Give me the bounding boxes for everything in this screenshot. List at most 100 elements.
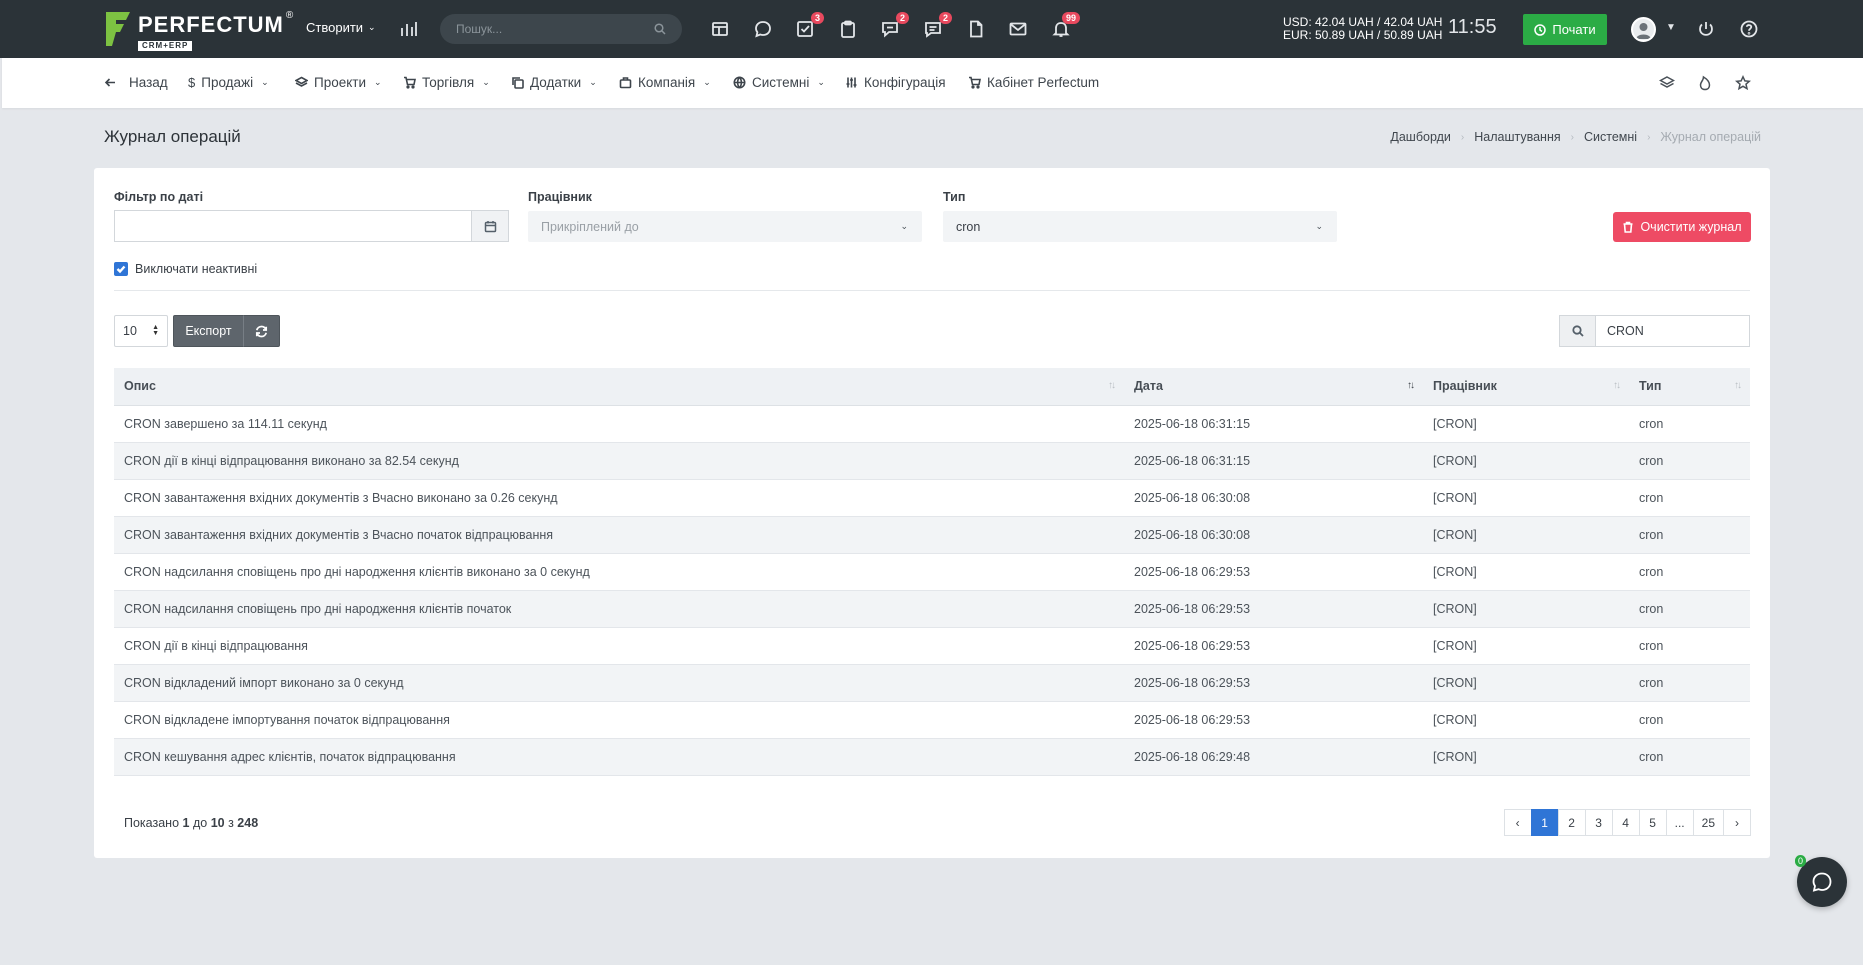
calendar-button[interactable] bbox=[471, 210, 509, 242]
chevron-right-icon: › bbox=[1735, 815, 1739, 830]
col-header-date[interactable]: Дата ↑↓ bbox=[1124, 368, 1423, 406]
logo[interactable]: PERFECTUM CRM+ERP ® bbox=[104, 10, 293, 51]
chevron-down-icon[interactable]: ▼ bbox=[1666, 22, 1676, 33]
page-title: Журнал операцій bbox=[104, 127, 241, 146]
chevron-left-icon: ‹ bbox=[1515, 815, 1520, 830]
cell-employee: [CRON] bbox=[1423, 442, 1629, 480]
prev-page-button[interactable]: ‹ bbox=[1503, 809, 1532, 836]
nav-config[interactable]: Конфігурація bbox=[845, 75, 946, 90]
layout-icon[interactable] bbox=[707, 16, 733, 42]
page-button-last[interactable]: 25 bbox=[1692, 809, 1724, 836]
col-header-desc[interactable]: Опис ↑↓ bbox=[114, 368, 1124, 406]
nav-projects[interactable]: Проекти ⌄ bbox=[295, 75, 382, 90]
cart-icon bbox=[404, 76, 416, 89]
nav-addons[interactable]: Додатки ⌄ bbox=[511, 75, 597, 90]
export-button[interactable]: Експорт bbox=[173, 315, 244, 347]
reload-button[interactable] bbox=[243, 315, 280, 347]
create-menu-button[interactable]: Створити ⌄ bbox=[306, 20, 376, 35]
page-button-3[interactable]: 3 bbox=[1584, 809, 1613, 836]
messages-icon[interactable]: 2 bbox=[920, 12, 952, 42]
copy-icon bbox=[512, 77, 524, 89]
help-icon[interactable] bbox=[1736, 16, 1762, 42]
nav-sales-label: Продажі bbox=[201, 75, 254, 90]
col-header-date-label: Дата bbox=[1134, 379, 1163, 394]
discussions-icon[interactable]: 2 bbox=[877, 12, 909, 42]
col-header-desc-label: Опис bbox=[124, 379, 156, 394]
table-search-input[interactable]: CRON bbox=[1595, 315, 1750, 347]
cell-desc: CRON завершено за 114.11 секунд bbox=[114, 405, 1124, 443]
cell-employee: [CRON] bbox=[1423, 664, 1629, 702]
table-search-button[interactable] bbox=[1559, 315, 1596, 347]
next-page-button[interactable]: › bbox=[1723, 809, 1751, 836]
currency-rates: USD: 42.04 UAH / 42.04 UAH EUR: 50.89 UA… bbox=[1283, 16, 1442, 42]
nav-trade[interactable]: Торгівля ⌄ bbox=[403, 75, 490, 90]
clear-log-button[interactable]: Очистити журнал bbox=[1613, 212, 1751, 242]
star-icon[interactable] bbox=[1733, 73, 1753, 93]
cell-employee: [CRON] bbox=[1423, 738, 1629, 776]
bell-icon[interactable]: 99 bbox=[1048, 12, 1080, 42]
nav-company[interactable]: Компанія ⌄ bbox=[619, 75, 711, 90]
stats-icon[interactable] bbox=[396, 16, 422, 42]
cell-date: 2025-06-18 06:31:15 bbox=[1124, 442, 1423, 480]
chat-bubble-icon[interactable] bbox=[750, 16, 776, 42]
page-button-4[interactable]: 4 bbox=[1611, 809, 1640, 836]
exclude-inactive-checkbox[interactable] bbox=[114, 262, 128, 276]
type-select[interactable]: cron ⌄ bbox=[943, 211, 1337, 242]
chevron-right-icon: › bbox=[1460, 131, 1465, 143]
cell-desc: CRON відкладене імпортування початок від… bbox=[114, 701, 1124, 739]
global-search-input[interactable]: Пошук... bbox=[440, 14, 682, 44]
col-header-type[interactable]: Тип ↑↓ bbox=[1629, 368, 1750, 406]
chevron-down-icon: ⌄ bbox=[482, 77, 490, 87]
col-header-employee[interactable]: Працівник ↑↓ bbox=[1423, 368, 1629, 406]
chevron-right-icon: › bbox=[1647, 131, 1651, 143]
table-row: CRON завершено за 114.11 секунд 2025-06-… bbox=[114, 405, 1750, 443]
dollar-icon: $ bbox=[188, 75, 196, 90]
nav-back[interactable]: Назад bbox=[104, 75, 168, 90]
cell-type: cron bbox=[1629, 516, 1750, 554]
page-button-1[interactable]: 1 bbox=[1530, 809, 1559, 836]
employee-select[interactable]: Прикріплений до ⌄ bbox=[528, 211, 922, 242]
nav-config-label: Конфігурація bbox=[864, 75, 946, 90]
breadcrumb-system[interactable]: Системні bbox=[1584, 130, 1637, 144]
cell-date: 2025-06-18 06:29:48 bbox=[1124, 738, 1423, 776]
clipboard-icon[interactable] bbox=[835, 16, 861, 42]
chevron-right-icon: › bbox=[1570, 131, 1574, 143]
cell-type: cron bbox=[1629, 479, 1750, 517]
breadcrumb-settings[interactable]: Налаштування bbox=[1474, 130, 1560, 144]
start-timer-button[interactable]: Почати bbox=[1523, 14, 1607, 45]
page-button-2[interactable]: 2 bbox=[1557, 809, 1586, 836]
tasks-icon[interactable]: 3 bbox=[792, 12, 824, 42]
table-row: CRON відкладений імпорт виконано за 0 се… bbox=[114, 664, 1750, 702]
date-filter-input[interactable] bbox=[114, 210, 472, 242]
avatar[interactable] bbox=[1631, 17, 1656, 42]
power-icon[interactable] bbox=[1693, 16, 1719, 42]
page-length-select[interactable]: 10 ▲ ▼ bbox=[114, 315, 168, 347]
cell-desc: CRON дії в кінці відпрацювання bbox=[114, 627, 1124, 665]
table-row: CRON відкладене імпортування початок від… bbox=[114, 701, 1750, 739]
table-row: CRON завантаження вхідних документів з В… bbox=[114, 479, 1750, 517]
nav-system[interactable]: Системні ⌄ bbox=[733, 75, 825, 90]
cell-type: cron bbox=[1629, 627, 1750, 665]
table-info: Показано 1 до 10 з 248 bbox=[124, 816, 258, 830]
create-label: Створити bbox=[306, 20, 364, 35]
type-filter-label: Тип bbox=[943, 190, 966, 204]
table-row: CRON дії в кінці відпрацювання 2025-06-1… bbox=[114, 627, 1750, 665]
page-button-5[interactable]: 5 bbox=[1638, 809, 1667, 836]
breadcrumb-dashboards[interactable]: Дашборди bbox=[1390, 130, 1451, 144]
refresh-icon bbox=[255, 325, 268, 337]
cell-date: 2025-06-18 06:30:08 bbox=[1124, 479, 1423, 517]
cell-type: cron bbox=[1629, 738, 1750, 776]
flame-icon[interactable] bbox=[1695, 73, 1715, 93]
chat-widget-button[interactable]: 0 bbox=[1795, 855, 1847, 907]
mail-icon[interactable] bbox=[1005, 16, 1031, 42]
cell-date: 2025-06-18 06:29:53 bbox=[1124, 701, 1423, 739]
sliders-icon bbox=[846, 77, 857, 88]
exclude-inactive-row[interactable]: Виключати неактивні bbox=[114, 262, 257, 276]
nav-company-label: Компанія bbox=[638, 75, 696, 90]
document-icon[interactable] bbox=[963, 16, 989, 42]
nav-cabinet[interactable]: Кабінет Perfectum bbox=[968, 75, 1099, 90]
table-row: CRON завантаження вхідних документів з В… bbox=[114, 516, 1750, 554]
nav-sales[interactable]: $ Продажі ⌄ bbox=[188, 75, 269, 90]
layers-icon[interactable] bbox=[1657, 73, 1677, 93]
chevron-down-icon: ⌄ bbox=[703, 77, 711, 87]
